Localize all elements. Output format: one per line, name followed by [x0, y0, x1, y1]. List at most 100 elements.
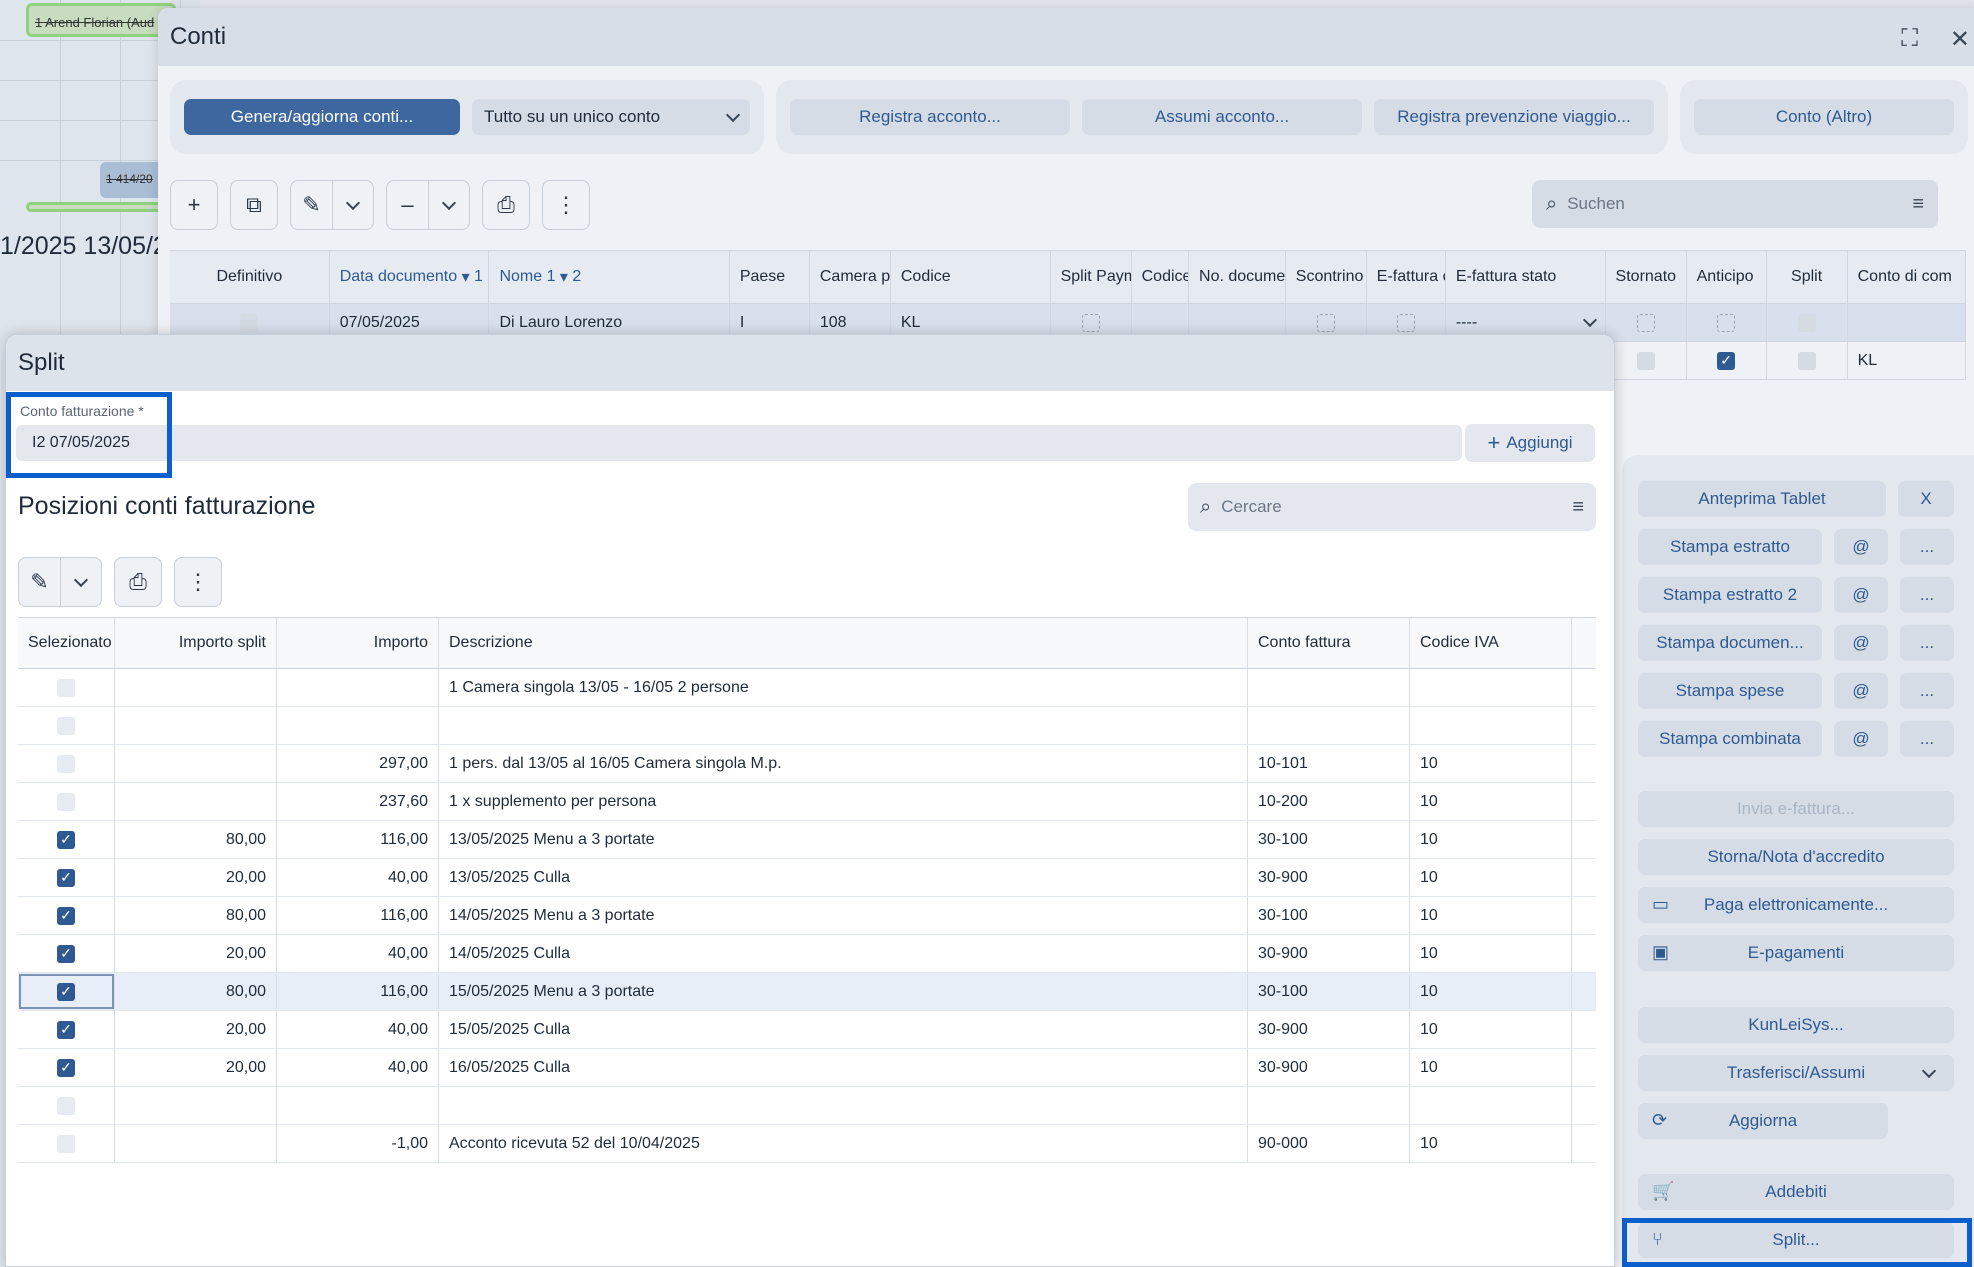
selezionato-checkbox[interactable]	[18, 783, 115, 820]
more-options-button[interactable]: ...	[1900, 625, 1954, 661]
email-button[interactable]: @	[1834, 673, 1888, 709]
importo-split-cell[interactable]: 20,00	[115, 1011, 277, 1048]
column-header[interactable]: Codice r	[1132, 251, 1190, 303]
selezionato-checkbox[interactable]	[18, 745, 115, 782]
importo-split-cell[interactable]	[115, 745, 277, 782]
conto-altro-button[interactable]: Conto (Altro)	[1694, 99, 1954, 135]
mode-select[interactable]: Tutto su un unico conto	[472, 99, 750, 135]
importo-split-cell[interactable]	[115, 783, 277, 820]
more-options-button[interactable]: ...	[1900, 577, 1954, 613]
conto-fatturazione-select[interactable]: I2 07/05/2025	[16, 425, 1462, 461]
aggiorna-button[interactable]: ⟳ Aggiorna	[1638, 1103, 1888, 1139]
kunleisys-button[interactable]: KunLeiSys...	[1638, 1007, 1954, 1043]
importo-split-cell[interactable]	[115, 1087, 277, 1124]
selezionato-checkbox[interactable]: ✓	[18, 821, 115, 858]
table-row[interactable]: 1 Camera singola 13/05 - 16/05 2 persone	[18, 669, 1596, 707]
registra-prevenzione-button[interactable]: Registra prevenzione viaggio...	[1374, 99, 1654, 135]
chevron-down-icon[interactable]	[59, 558, 101, 606]
column-header[interactable]: Codice	[891, 251, 1051, 303]
email-button[interactable]: @	[1834, 625, 1888, 661]
table-row[interactable]: 237,60 1 x supplemento per persona 10-200 1…	[18, 783, 1596, 821]
genera-conti-button[interactable]: Genera/aggiorna conti...	[184, 99, 460, 135]
importo-split-cell[interactable]: 80,00	[115, 821, 277, 858]
search-input[interactable]: ⌕ Suchen ≡	[1532, 180, 1938, 228]
stornato-checkbox[interactable]	[1606, 304, 1687, 341]
selezionato-checkbox[interactable]	[18, 1087, 115, 1124]
print-button[interactable]: ⎙	[482, 180, 530, 230]
split-button[interactable]: ⑂ Split...	[1638, 1222, 1954, 1258]
edit-split-button[interactable]: ✎	[18, 557, 102, 607]
importo-split-cell[interactable]	[115, 669, 277, 706]
more-button[interactable]: ⋮	[174, 557, 222, 607]
anticipo-checkbox[interactable]: ✓	[1687, 342, 1767, 379]
column-header[interactable]: Codice IVA	[1410, 618, 1572, 668]
table-row[interactable]	[18, 1087, 1596, 1125]
table-row[interactable]: ✓ 80,00 116,00 14/05/2025 Menu a 3 portate 3…	[18, 897, 1596, 935]
column-header[interactable]: Importo split	[115, 618, 277, 668]
column-header[interactable]: Scontrino	[1286, 251, 1367, 303]
column-header[interactable]: Paese	[730, 251, 810, 303]
column-header[interactable]: Split	[1767, 251, 1848, 303]
filter-icon[interactable]: ≡	[1912, 193, 1924, 216]
pencil-icon[interactable]: ✎	[19, 558, 60, 606]
importo-split-cell[interactable]: 80,00	[115, 897, 277, 934]
column-header[interactable]: E-fattura c	[1367, 251, 1446, 303]
minus-icon[interactable]: –	[387, 181, 428, 229]
split-checkbox[interactable]	[1767, 342, 1848, 379]
column-header[interactable]: No. docume	[1189, 251, 1286, 303]
column-header[interactable]: Selezionato	[18, 618, 115, 668]
email-button[interactable]: @	[1834, 529, 1888, 565]
importo-split-cell[interactable]: 80,00	[115, 973, 277, 1010]
registra-acconto-button[interactable]: Registra acconto...	[790, 99, 1070, 135]
selezionato-checkbox[interactable]: ✓	[18, 897, 115, 934]
selezionato-checkbox[interactable]: ✓	[18, 859, 115, 896]
invia-efattura-button[interactable]: Invia e-fattura...	[1638, 791, 1954, 827]
table-row[interactable]: ✓ 80,00 116,00 13/05/2025 Menu a 3 portate 3…	[18, 821, 1596, 859]
column-header[interactable]: Split Paym	[1051, 251, 1132, 303]
table-row[interactable]: ✓ 80,00 116,00 15/05/2025 Menu a 3 portate 3…	[18, 973, 1596, 1011]
selezionato-checkbox[interactable]	[18, 707, 115, 744]
anticipo-checkbox[interactable]	[1687, 304, 1767, 341]
table-row[interactable]: ✓ 20,00 40,00 13/05/2025 Culla 30-900 10	[18, 859, 1596, 897]
selezionato-checkbox[interactable]: ✓	[18, 973, 115, 1010]
selezionato-checkbox[interactable]: ✓	[18, 935, 115, 972]
maximize-icon[interactable]: ⛶	[1901, 25, 1918, 53]
assumi-acconto-button[interactable]: Assumi acconto...	[1082, 99, 1362, 135]
selezionato-checkbox[interactable]: ✓	[18, 1011, 115, 1048]
chevron-down-icon[interactable]	[331, 181, 373, 229]
column-header-sorted[interactable]: Data documento ▾ 1	[330, 251, 490, 303]
more-options-button[interactable]: ...	[1900, 673, 1954, 709]
split-checkbox[interactable]	[1767, 304, 1848, 341]
column-header[interactable]: Descrizione	[439, 618, 1248, 668]
x-button[interactable]: X	[1898, 481, 1954, 517]
importo-split-cell[interactable]	[115, 1125, 277, 1162]
column-header[interactable]: Definitivo	[170, 251, 330, 303]
remove-split-button[interactable]: –	[386, 180, 470, 230]
stampa-spese-button[interactable]: Stampa spese	[1638, 673, 1822, 709]
column-header[interactable]: Anticipo	[1687, 251, 1767, 303]
table-row[interactable]: ✓ 20,00 40,00 14/05/2025 Culla 30-900 10	[18, 935, 1596, 973]
table-row[interactable]: -1,00 Acconto ricevuta 52 del 10/04/2025 9…	[18, 1125, 1596, 1163]
search-input[interactable]: ⌕ Cercare ≡	[1188, 483, 1596, 531]
column-header-sorted[interactable]: Nome 1 ▾ 2	[489, 251, 730, 303]
print-button[interactable]: ⎙	[114, 557, 162, 607]
paga-elettronicamente-button[interactable]: ▭ Paga elettronicamente...	[1638, 887, 1954, 923]
table-row[interactable]	[18, 707, 1596, 745]
email-button[interactable]: @	[1834, 721, 1888, 757]
importo-split-cell[interactable]: 20,00	[115, 859, 277, 896]
addebiti-button[interactable]: 🛒 Addebiti	[1638, 1174, 1954, 1210]
table-row[interactable]: ✓ 20,00 40,00 15/05/2025 Culla 30-900 10	[18, 1011, 1596, 1049]
filter-icon[interactable]: ≡	[1572, 496, 1584, 519]
epagamenti-button[interactable]: ▣ E-pagamenti	[1638, 935, 1954, 971]
stornato-checkbox[interactable]	[1606, 342, 1687, 379]
stampa-estratto-2-button[interactable]: Stampa estratto 2	[1638, 577, 1822, 613]
edit-split-button[interactable]: ✎	[290, 180, 374, 230]
more-options-button[interactable]: ...	[1900, 529, 1954, 565]
selezionato-checkbox[interactable]	[18, 669, 115, 706]
column-header[interactable]: Importo	[277, 618, 439, 668]
storna-button[interactable]: Storna/Nota d'accredito	[1638, 839, 1954, 875]
importo-split-cell[interactable]: 20,00	[115, 935, 277, 972]
importo-split-cell[interactable]: 20,00	[115, 1049, 277, 1086]
column-header[interactable]: Conto fattura	[1248, 618, 1410, 668]
add-button[interactable]: +	[170, 180, 218, 230]
